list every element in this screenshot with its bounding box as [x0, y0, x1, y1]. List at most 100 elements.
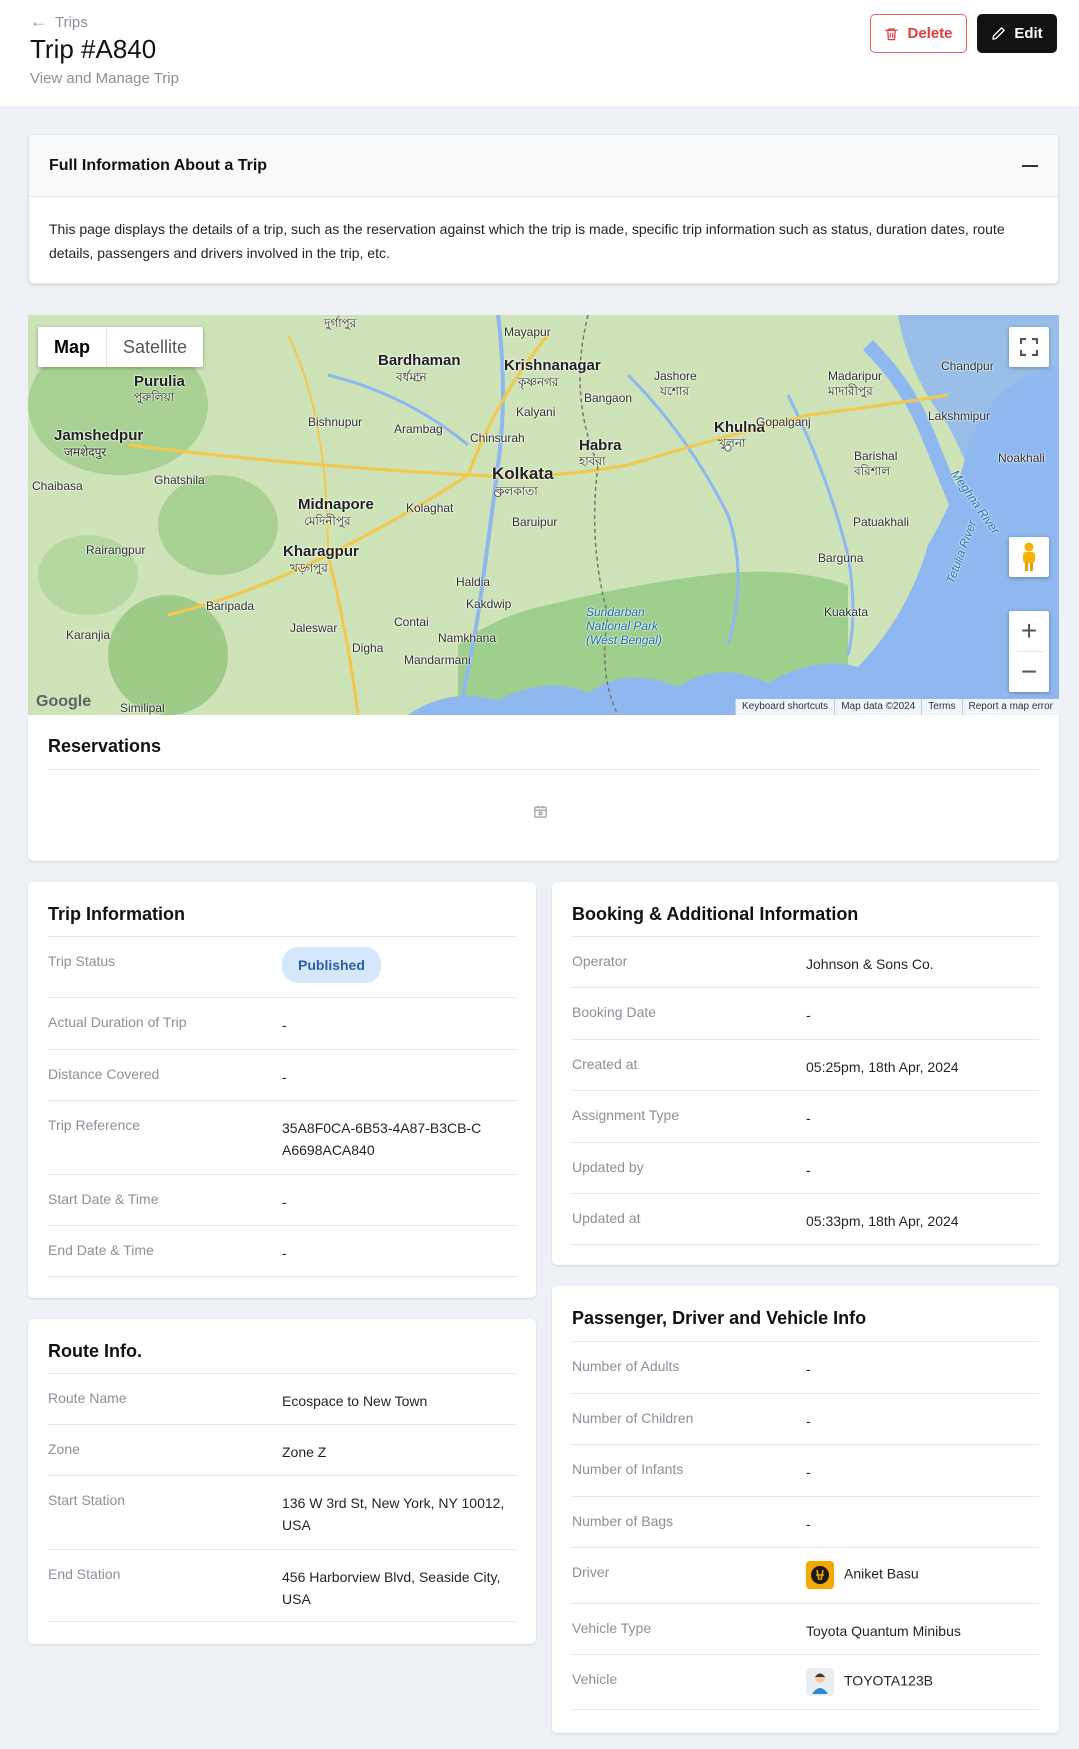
map-label-midnapore-bn: মেদিনীপুর [304, 514, 351, 528]
breadcrumb[interactable]: ← Trips [30, 12, 88, 32]
label-assignment-type: Assignment Type [572, 1107, 680, 1123]
value-vehicle[interactable]: TOYOTA123B [806, 1655, 1039, 1709]
label-trip-reference: Trip Reference [48, 1117, 141, 1133]
map-label-krishnanagar-bn: কৃষ্ণনগর [518, 375, 559, 389]
value-operator: Johnson & Sons Co. [806, 956, 934, 972]
map-data-text: Map data ©2024 [834, 699, 921, 715]
row-zone: Zone Zone Z [48, 1424, 516, 1475]
label-operator: Operator [572, 953, 628, 969]
map-label-durgapur: দুর্গাপুর [324, 316, 357, 330]
row-start-station: Start Station 136 W 3rd St, New York, NY… [48, 1475, 516, 1549]
value-end-date: - [282, 1245, 287, 1261]
map-label-madaripur: Madaripur [828, 369, 883, 383]
label-start-station: Start Station [48, 1492, 126, 1508]
map-label-barishal-bn: বরিশাল [854, 464, 891, 478]
passenger-info-list: Number of Adults - Number of Children - … [572, 1341, 1039, 1710]
label-actual-duration: Actual Duration of Trip [48, 1014, 187, 1030]
back-arrow-icon[interactable]: ← [30, 12, 47, 32]
value-created-at: 05:25pm, 18th Apr, 2024 [806, 1059, 959, 1075]
row-end-station: End Station 456 Harborview Blvd, Seaside… [48, 1549, 516, 1622]
reservations-title: Reservations [48, 736, 162, 756]
value-start-station: 136 W 3rd St, New York, NY 10012, USA [282, 1495, 505, 1533]
calendar-icon [534, 805, 547, 818]
edit-button[interactable]: Edit [977, 14, 1057, 53]
map-tab-satellite[interactable]: Satellite [107, 327, 203, 367]
fullscreen-button[interactable] [1009, 327, 1049, 367]
map-label-barishal: Barishal [854, 449, 898, 463]
value-adults: - [806, 1361, 811, 1377]
delete-label: Delete [907, 25, 953, 42]
driver-avatar [806, 1561, 834, 1589]
value-infants: - [806, 1464, 811, 1480]
label-start-date: Start Date & Time [48, 1191, 159, 1207]
row-route-name: Route Name Ecospace to New Town [48, 1373, 516, 1424]
booking-info-card: Booking & Additional Information Operato… [552, 882, 1059, 1265]
map-label-namkhana: Namkhana [438, 631, 497, 645]
label-trip-status: Trip Status [48, 953, 116, 969]
street-view-pegman[interactable] [1009, 537, 1049, 577]
trip-information-title: Trip Information [48, 904, 185, 924]
route-map[interactable]: দুর্গাপুর Mayapur Bardhaman বর্ধমান Kris… [28, 315, 1059, 715]
label-created-at: Created at [572, 1056, 638, 1072]
map-label-midnapore: Midnapore [298, 496, 374, 513]
trash-icon [885, 27, 899, 40]
label-zone: Zone [48, 1441, 80, 1457]
collapse-icon[interactable] [1022, 164, 1038, 167]
map-label-lakshmipur: Lakshmipur [928, 409, 991, 423]
breadcrumb-trips[interactable]: Trips [55, 14, 88, 31]
vehicle-plate: TOYOTA123B [844, 1672, 933, 1689]
map-label-krishnanagar: Krishnanagar [504, 357, 601, 374]
value-trip-status: Published [282, 937, 516, 997]
page-title: Trip #A840 [30, 34, 157, 64]
row-distance-covered: Distance Covered - [48, 1049, 516, 1100]
map-label-purulia: Purulia [134, 373, 185, 390]
map-label-kharagpur: Kharagpur [283, 543, 359, 560]
label-driver: Driver [572, 1564, 610, 1580]
label-updated-at: Updated at [572, 1210, 641, 1226]
trip-info-panel-title: Full Information About a Trip [49, 156, 268, 174]
map-label-kalyani: Kalyani [516, 405, 556, 419]
map-label-jashore: Jashore [654, 369, 697, 383]
map-label-jaleswar: Jaleswar [290, 621, 338, 635]
driver-name: Aniket Basu [844, 1565, 919, 1582]
map-label-mandarmani: Mandarmani [404, 653, 471, 667]
row-adults: Number of Adults - [572, 1341, 1039, 1393]
map-label-karanjia: Karanjia [66, 628, 111, 642]
map-label-bangaon: Bangaon [584, 391, 633, 405]
map-label-madaripur-bn: মাদারীপুর [828, 384, 873, 398]
delete-button[interactable]: Delete [870, 14, 967, 53]
row-updated-at: Updated at 05:33pm, 18th Apr, 2024 [572, 1193, 1039, 1245]
row-operator: Operator Johnson & Sons Co. [572, 936, 1039, 987]
page-header: ← Trips Trip #A840 View and Manage Trip … [0, 0, 1079, 106]
row-booking-date: Booking Date - [572, 987, 1039, 1039]
map-tab-map[interactable]: Map [38, 327, 107, 367]
value-vehicle-type: Toyota Quantum Minibus [806, 1623, 961, 1639]
label-infants: Number of Infants [572, 1461, 684, 1477]
trip-info-panel-header[interactable]: Full Information About a Trip [29, 135, 1058, 197]
zoom-out-button[interactable]: − [1009, 652, 1049, 692]
terms-link[interactable]: Terms [921, 699, 961, 715]
label-updated-by: Updated by [572, 1159, 644, 1175]
row-trip-reference: Trip Reference 35A8F0CA-6B53-4A87-B3CB-C… [48, 1100, 516, 1174]
google-logo: Google [36, 693, 92, 710]
map-label-digha: Digha [352, 641, 384, 655]
row-created-at: Created at 05:25pm, 18th Apr, 2024 [572, 1039, 1039, 1090]
map-label-gopalganj: Gopalganj [756, 415, 811, 429]
map-label-haldia: Haldia [456, 575, 491, 589]
map-label-chandpur: Chandpur [941, 359, 994, 373]
zoom-in-button[interactable]: + [1009, 611, 1049, 651]
row-children: Number of Children - [572, 1393, 1039, 1444]
value-driver[interactable]: Aniket Basu [806, 1548, 1039, 1603]
label-adults: Number of Adults [572, 1358, 680, 1374]
zoom-control: + − [1009, 611, 1049, 692]
map-label-rairangpur: Rairangpur [86, 543, 146, 557]
row-vehicle: Vehicle TOYOTA123B [572, 1654, 1039, 1710]
value-assignment-type: - [806, 1110, 811, 1126]
value-end-station: 456 Harborview Blvd, Seaside City, USA [282, 1569, 501, 1607]
reservations-card: Reservations [28, 715, 1059, 861]
label-children: Number of Children [572, 1410, 694, 1426]
trip-info-panel-body: This page displays the details of a trip… [49, 221, 1005, 261]
map-label-contai: Contai [394, 615, 429, 629]
keyboard-shortcuts-link[interactable]: Keyboard shortcuts [735, 699, 834, 715]
report-map-error-link[interactable]: Report a map error [961, 699, 1059, 715]
